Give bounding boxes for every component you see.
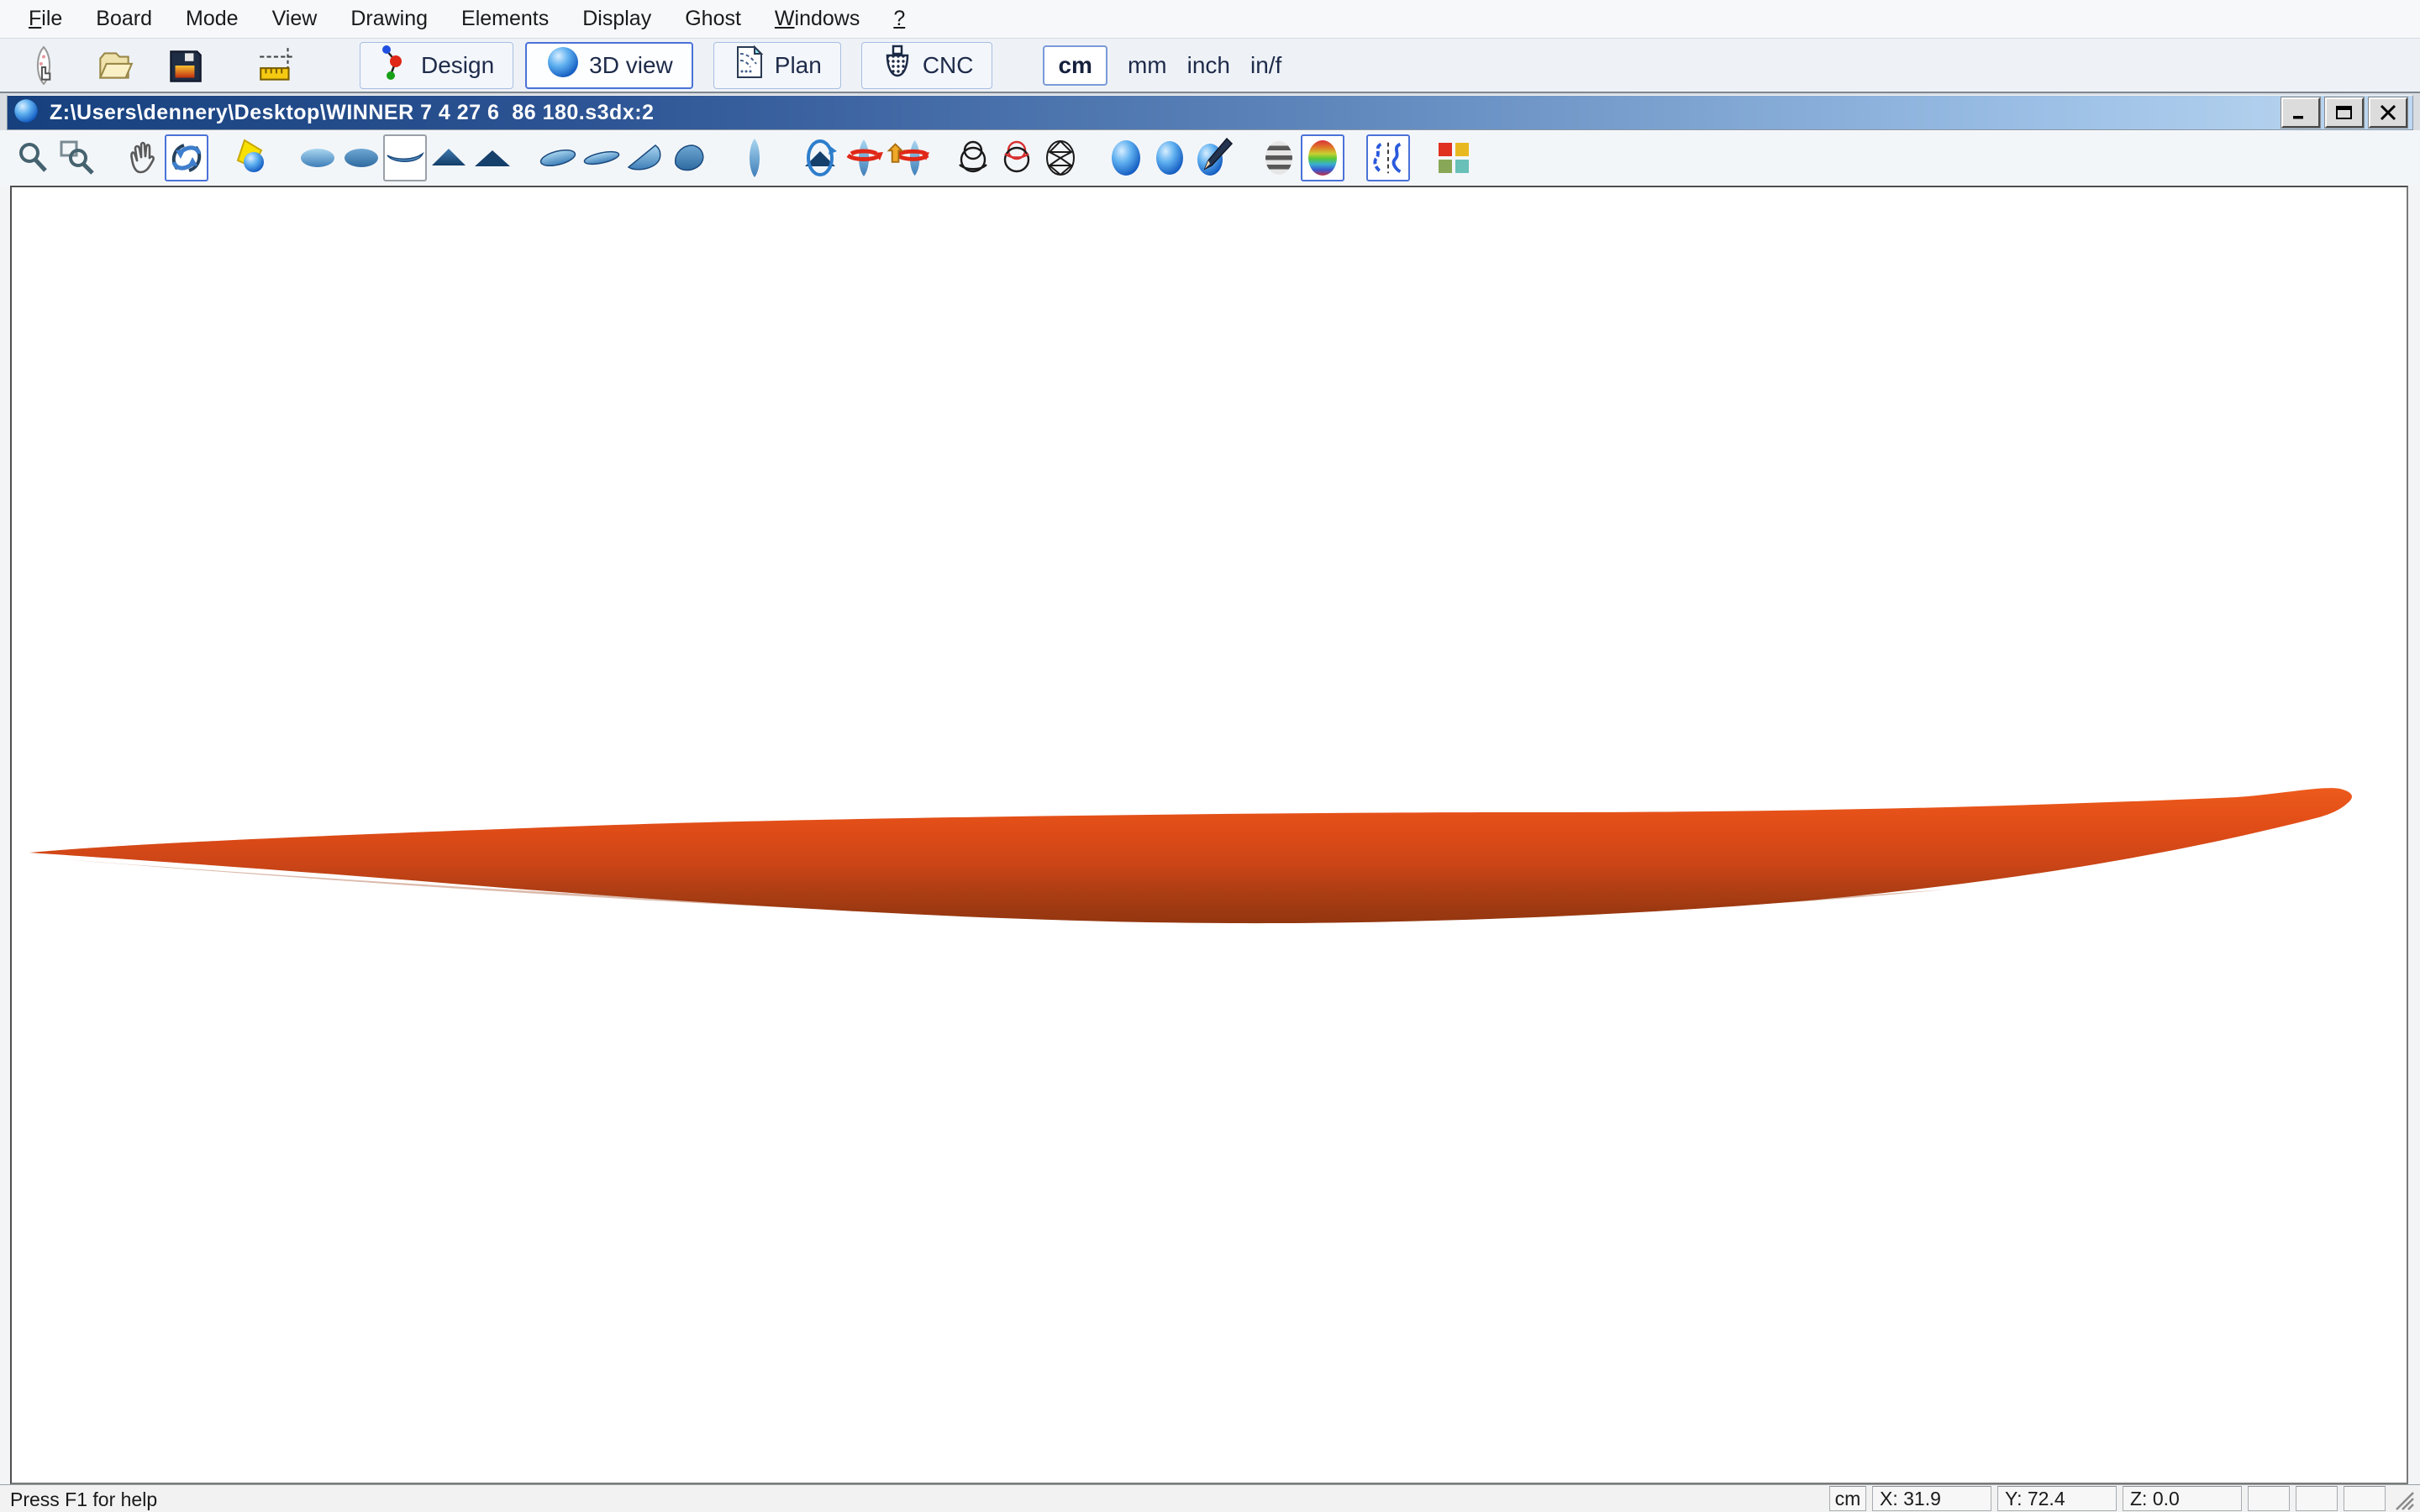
main-toolbar: Design 3D view Plan CNC cm (0, 39, 2420, 93)
status-empty-3 (2344, 1486, 2386, 1511)
status-bar: Press F1 for help cm X: 31.9 Y: 72.4 Z: … (0, 1484, 2420, 1512)
design-mode-label: Design (421, 52, 494, 79)
design-nodes-icon (379, 43, 413, 87)
rotate-object-icon[interactable] (798, 134, 842, 181)
restore-button[interactable] (2325, 97, 2364, 128)
window-controls (2281, 97, 2407, 128)
measurements-icon[interactable] (254, 42, 301, 89)
status-y: Y: 72.4 (1997, 1486, 2117, 1511)
mesh-icon[interactable] (1039, 134, 1082, 181)
unit-mm[interactable]: mm (1128, 52, 1167, 79)
mdi-area: Z:\Users\dennery\Desktop\WINNER 7 4 27 6… (0, 93, 2420, 130)
stripes-view-icon[interactable] (1257, 134, 1301, 181)
light-icon[interactable] (230, 134, 274, 181)
perspective-4-icon[interactable] (667, 134, 711, 181)
pan-icon[interactable] (121, 134, 165, 181)
status-cells: cm X: 31.9 Y: 72.4 Z: 0.0 (1829, 1486, 2415, 1511)
side-view-icon[interactable] (383, 134, 427, 181)
menu-mode[interactable]: Mode (169, 3, 255, 34)
surfboard-3d-render (12, 187, 2407, 1483)
smooth-shaded-view-icon[interactable] (1148, 134, 1192, 181)
cnc-bit-icon (881, 44, 914, 87)
open-folder-icon[interactable] (91, 42, 138, 89)
menu-drawing[interactable]: Drawing (334, 3, 445, 34)
status-z: Z: 0.0 (2123, 1486, 2242, 1511)
rotate-vertical-icon[interactable] (886, 134, 929, 181)
wireframe-slices-icon[interactable] (995, 134, 1039, 181)
menu-display[interactable]: Display (566, 3, 668, 34)
plan-mode-label: Plan (775, 52, 822, 79)
perspective-1-icon[interactable] (536, 134, 580, 181)
unit-inf[interactable]: in/f (1250, 52, 1281, 79)
menu-help[interactable]: ? (876, 3, 922, 34)
shaded-view-icon[interactable] (1104, 134, 1148, 181)
outline-view-icon[interactable] (733, 134, 776, 181)
status-unit: cm (1829, 1486, 1866, 1511)
status-x: X: 31.9 (1872, 1486, 1991, 1511)
surfboard-profile (29, 788, 2352, 923)
new-board-icon[interactable] (20, 42, 67, 89)
menu-bar: File Board Mode View Drawing Elements Di… (0, 0, 2420, 39)
resize-grip[interactable] (2391, 1486, 2415, 1511)
curvature-map-icon[interactable] (1301, 134, 1344, 181)
menu-elements[interactable]: Elements (445, 3, 566, 34)
wireframe-icon[interactable] (951, 134, 995, 181)
rotate-3d-icon[interactable] (165, 134, 208, 181)
status-help-text: Press F1 for help (0, 1488, 157, 1511)
design-mode-button[interactable]: Design (360, 42, 513, 89)
3d-view-mode-label: 3D view (589, 52, 673, 79)
3d-view-mode-button[interactable]: 3D view (525, 42, 693, 89)
flex-icon[interactable] (1366, 134, 1410, 181)
document-title-bar[interactable]: Z:\Users\dennery\Desktop\WINNER 7 4 27 6… (7, 95, 2413, 130)
unit-cm[interactable]: cm (1043, 45, 1107, 86)
top-view-icon[interactable] (296, 134, 339, 181)
bottom-view-icon[interactable] (339, 134, 383, 181)
document-title: Z:\Users\dennery\Desktop\WINNER 7 4 27 6… (50, 101, 654, 125)
plan-sheet-icon (733, 44, 766, 87)
sphere-icon (545, 45, 581, 86)
perspective-2-icon[interactable] (580, 134, 623, 181)
document-sphere-icon (13, 97, 39, 129)
perspective-3-icon[interactable] (623, 134, 667, 181)
menu-windows[interactable]: Windows (758, 3, 876, 34)
zoom-window-icon[interactable] (55, 134, 99, 181)
menu-board[interactable]: Board (79, 3, 169, 34)
save-icon[interactable] (161, 42, 208, 89)
close-button[interactable] (2369, 97, 2407, 128)
colors-icon[interactable] (1432, 134, 1476, 181)
design-canvas[interactable] (10, 186, 2408, 1484)
menu-ghost[interactable]: Ghost (668, 3, 758, 34)
front-view-icon[interactable] (427, 134, 471, 181)
painted-view-icon[interactable] (1192, 134, 1235, 181)
status-empty-2 (2296, 1486, 2338, 1511)
back-view-icon[interactable] (471, 134, 514, 181)
cnc-mode-label: CNC (923, 52, 974, 79)
menu-file[interactable]: File (12, 3, 79, 34)
cnc-mode-button[interactable]: CNC (861, 42, 993, 89)
plan-mode-button[interactable]: Plan (713, 42, 841, 89)
status-empty-1 (2248, 1486, 2290, 1511)
view-toolbar (0, 130, 2420, 186)
unit-inch[interactable]: inch (1187, 52, 1230, 79)
zoom-icon[interactable] (12, 134, 55, 181)
unit-selector: cm mm inch in/f (1043, 45, 1281, 86)
minimize-button[interactable] (2281, 97, 2320, 128)
menu-view[interactable]: View (255, 3, 334, 34)
rotate-horizontal-icon[interactable] (842, 134, 886, 181)
